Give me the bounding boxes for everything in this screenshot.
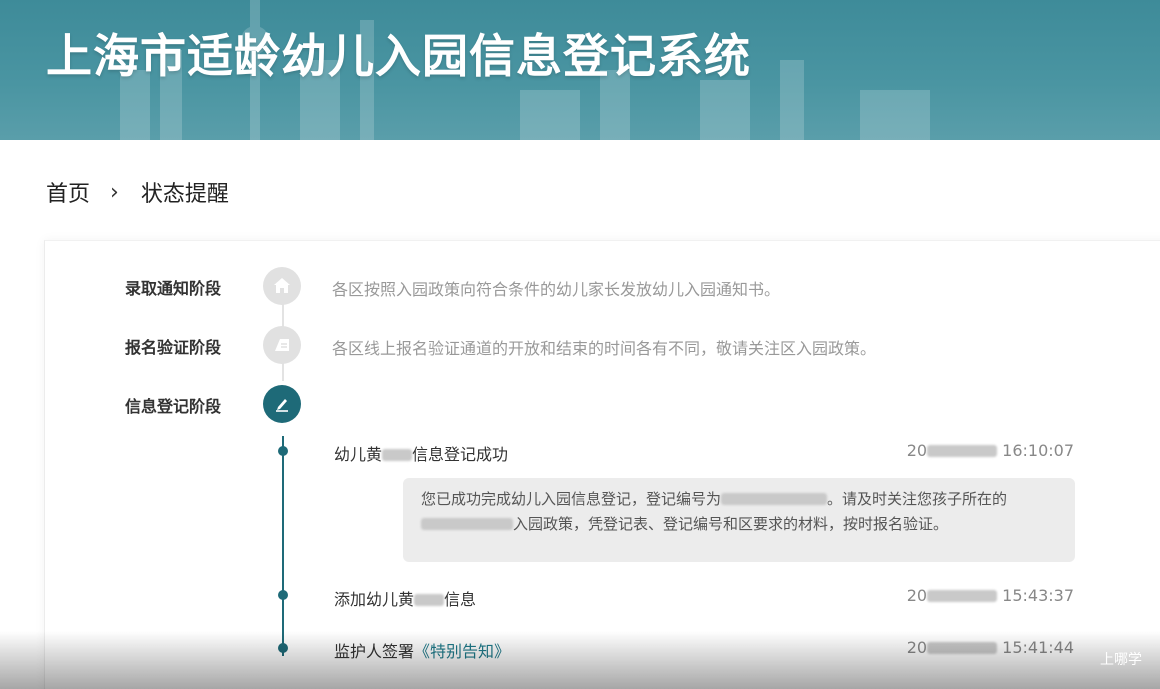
message-text: 。请及时关注您孩子所在的 bbox=[827, 490, 1008, 508]
event-timestamp: 20 16:10:07 bbox=[907, 441, 1074, 460]
pen-icon bbox=[263, 385, 301, 423]
timestamp-year-prefix: 20 bbox=[906, 638, 928, 657]
stage-label: 报名验证阶段 bbox=[125, 338, 222, 357]
event-title-text: 添加幼儿黄 bbox=[334, 590, 415, 609]
status-timeline-card: 录取通知阶段 各区按照入园政策向符合条件的幼儿家长发放幼儿入园通知书。 报名验证… bbox=[44, 240, 1160, 689]
chevron-right-icon: › bbox=[110, 179, 119, 205]
redacted-registration-number bbox=[721, 493, 828, 505]
breadcrumb: 首页 › 状态提醒 bbox=[46, 176, 229, 208]
event-timestamp: 20 15:43:37 bbox=[907, 586, 1074, 605]
event-registration-success: 幼儿黄 信息登记成功 bbox=[334, 441, 508, 465]
event-timestamp: 20 15:41:44 bbox=[907, 638, 1074, 657]
house-icon bbox=[263, 267, 301, 305]
redacted-name bbox=[414, 594, 445, 606]
stage-registration-verification: 报名验证阶段 各区线上报名验证通道的开放和结束的时间各有不同，敬请关注区入园政策… bbox=[45, 326, 876, 366]
timeline-dot bbox=[278, 590, 288, 600]
breadcrumb-current: 状态提醒 bbox=[140, 182, 229, 207]
page-title: 上海市适龄幼儿入园信息登记系统 bbox=[46, 29, 751, 83]
stage-label: 录取通知阶段 bbox=[125, 279, 222, 298]
timeline-line-active bbox=[282, 436, 284, 656]
event-title-text: 幼儿黄 bbox=[334, 445, 383, 464]
stage-description: 各区按照入园政策向符合条件的幼儿家长发放幼儿入园通知书。 bbox=[332, 280, 781, 299]
header-banner: 上海市适龄幼儿入园信息登记系统 bbox=[0, 0, 1160, 140]
message-text: 您已成功完成幼儿入园信息登记，登记编号为 bbox=[421, 490, 722, 508]
redacted-date bbox=[927, 445, 998, 457]
event-title-text: 信息登记成功 bbox=[412, 445, 509, 464]
timestamp-time: 16:10:07 bbox=[1002, 441, 1074, 460]
stage-admission-notice: 录取通知阶段 各区按照入园政策向符合条件的幼儿家长发放幼儿入园通知书。 bbox=[45, 267, 780, 307]
timeline-dot bbox=[278, 446, 288, 456]
event-title-text: 信息 bbox=[444, 590, 477, 609]
breadcrumb-home-link[interactable]: 首页 bbox=[46, 176, 90, 208]
watermark-text: 上哪学 bbox=[1100, 652, 1142, 668]
event-add-child: 添加幼儿黄 信息 bbox=[334, 586, 476, 610]
document-icon bbox=[263, 326, 301, 364]
stage-info-registration: 信息登记阶段 bbox=[45, 385, 645, 425]
redacted-date bbox=[927, 642, 998, 654]
redacted-date bbox=[927, 590, 998, 602]
timestamp-year-prefix: 20 bbox=[906, 586, 928, 605]
stage-label: 信息登记阶段 bbox=[125, 397, 222, 416]
event-guardian-sign: 监护人签署《特别告知》 bbox=[334, 638, 510, 662]
redacted-name bbox=[382, 449, 413, 461]
timestamp-time: 15:41:44 bbox=[1002, 638, 1074, 657]
stage-description: 各区线上报名验证通道的开放和结束的时间各有不同，敬请关注区入园政策。 bbox=[332, 339, 877, 358]
timestamp-time: 15:43:37 bbox=[1002, 586, 1074, 605]
special-notice-link[interactable]: 《特别告知》 bbox=[414, 642, 510, 661]
redacted-district bbox=[421, 518, 513, 530]
event-title-text: 监护人签署 bbox=[334, 642, 415, 661]
timestamp-year-prefix: 20 bbox=[906, 441, 928, 460]
registration-message-box: 您已成功完成幼儿入园信息登记，登记编号为 。请及时关注您孩子所在的入园政策，凭登记… bbox=[403, 478, 1075, 562]
timeline-dot bbox=[278, 643, 288, 653]
message-text: 入园政策，凭登记表、登记编号和区要求的材料，按时报名验证。 bbox=[513, 515, 949, 533]
